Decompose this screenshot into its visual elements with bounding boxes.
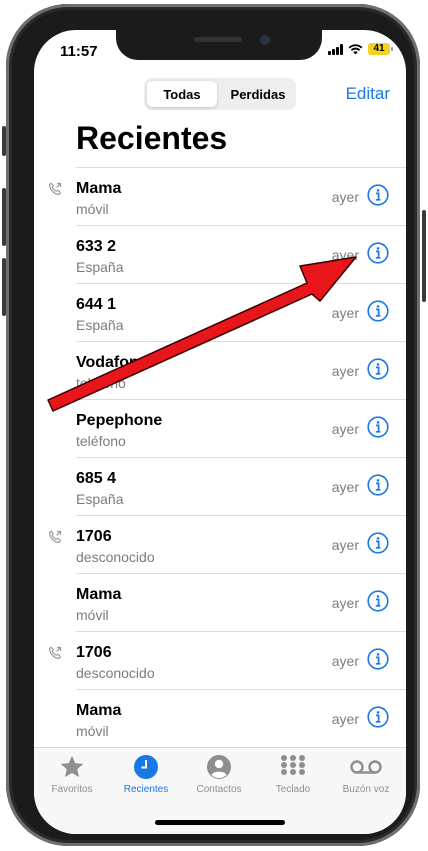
outgoing-call-icon [48, 182, 62, 196]
tab-recientes[interactable]: Recientes [109, 754, 183, 795]
call-row[interactable]: 1706 desconocido ayer [34, 632, 406, 690]
call-type: móvil [76, 607, 109, 623]
info-icon[interactable] [367, 474, 389, 496]
screen: 11:57 41 Todas Perdidas Editar Recientes… [34, 30, 406, 834]
call-name: Pepephone [76, 412, 163, 429]
outgoing-call-icon [48, 646, 62, 660]
wifi-icon [348, 43, 363, 54]
volume-down-button [2, 258, 6, 316]
call-name: Mama [76, 586, 122, 603]
call-type: teléfono [76, 375, 126, 391]
call-row[interactable]: Mama móvil ayer [34, 690, 406, 748]
voicemail-icon [349, 754, 383, 780]
call-type: desconocido [76, 665, 155, 681]
info-icon[interactable] [367, 532, 389, 554]
phone-frame: 11:57 41 Todas Perdidas Editar Recientes… [6, 4, 420, 846]
call-row[interactable]: 1706 desconocido ayer [34, 516, 406, 574]
tab-label: Buzón voz [342, 784, 390, 795]
call-type: móvil [76, 201, 109, 217]
call-time: ayer [331, 421, 359, 437]
call-name: 644 1 [76, 296, 117, 313]
call-time: ayer [331, 247, 359, 263]
segment-perdidas[interactable]: Perdidas [223, 81, 293, 107]
info-icon[interactable] [367, 416, 389, 438]
tab-favoritos[interactable]: Favoritos [35, 754, 109, 795]
home-indicator[interactable] [155, 820, 285, 825]
tab-label: Favoritos [51, 784, 93, 795]
info-icon[interactable] [367, 590, 389, 612]
segment-todas[interactable]: Todas [147, 81, 217, 107]
outgoing-call-icon [48, 530, 62, 544]
camera [260, 35, 270, 45]
call-type: teléfono [76, 433, 126, 449]
call-time: ayer [331, 711, 359, 727]
tab-label: Teclado [275, 784, 311, 795]
battery-icon: 41 [368, 43, 393, 55]
call-time: ayer [331, 537, 359, 553]
call-list: Mama móvil ayer 633 2 España ayer 644 1 España a… [34, 168, 406, 748]
call-name: 1706 [76, 644, 112, 661]
tab-label: Recientes [123, 784, 169, 795]
tab-label: Contactos [196, 784, 242, 795]
status-icons: 41 [328, 43, 393, 55]
status-time: 11:57 [60, 43, 98, 60]
info-icon[interactable] [367, 184, 389, 206]
call-name: 633 2 [76, 238, 117, 255]
person-icon [206, 754, 232, 780]
call-time: ayer [331, 189, 359, 205]
call-row[interactable]: 685 4 España ayer [34, 458, 406, 516]
call-row[interactable]: 633 2 España ayer [34, 226, 406, 284]
call-row[interactable]: Pepephone teléfono ayer [34, 400, 406, 458]
call-time: ayer [331, 479, 359, 495]
call-row[interactable]: Mama móvil ayer [34, 574, 406, 632]
info-icon[interactable] [367, 648, 389, 670]
call-name: Mama [76, 180, 122, 197]
call-time: ayer [331, 305, 359, 321]
call-row[interactable]: 644 1 España ayer [34, 284, 406, 342]
call-type: desconocido [76, 549, 155, 565]
page-title: Recientes [76, 120, 228, 156]
call-name: Vodafone [76, 354, 148, 371]
info-icon[interactable] [367, 300, 389, 322]
power-button [422, 210, 426, 302]
call-name: 685 4 [76, 470, 117, 487]
call-type: España [76, 317, 124, 333]
info-icon[interactable] [367, 242, 389, 264]
call-row[interactable]: Vodafone teléfono ayer [34, 342, 406, 400]
tab-contactos[interactable]: Contactos [182, 754, 256, 795]
tab-teclado[interactable]: Teclado [256, 754, 330, 795]
edit-button[interactable]: Editar [346, 84, 390, 104]
tab-buzón-voz[interactable]: Buzón voz [329, 754, 403, 795]
signal-icon [328, 43, 343, 55]
silent-switch [2, 126, 6, 156]
segment-control: Todas Perdidas [144, 78, 296, 110]
call-type: España [76, 491, 124, 507]
star-icon [59, 754, 85, 780]
call-row[interactable]: Mama móvil ayer [34, 168, 406, 226]
speaker [194, 37, 242, 42]
call-name: Mama [76, 702, 122, 719]
keypad-icon [280, 754, 306, 780]
call-type: España [76, 259, 124, 275]
call-name: 1706 [76, 528, 112, 545]
info-icon[interactable] [367, 358, 389, 380]
call-time: ayer [331, 653, 359, 669]
info-icon[interactable] [367, 706, 389, 728]
call-time: ayer [331, 363, 359, 379]
call-time: ayer [331, 595, 359, 611]
clock-icon [133, 754, 159, 780]
tab-bar: Favoritos Recientes Contactos Teclado Buzón … [34, 747, 406, 834]
volume-up-button [2, 188, 6, 246]
notch [116, 30, 322, 60]
call-type: móvil [76, 723, 109, 739]
